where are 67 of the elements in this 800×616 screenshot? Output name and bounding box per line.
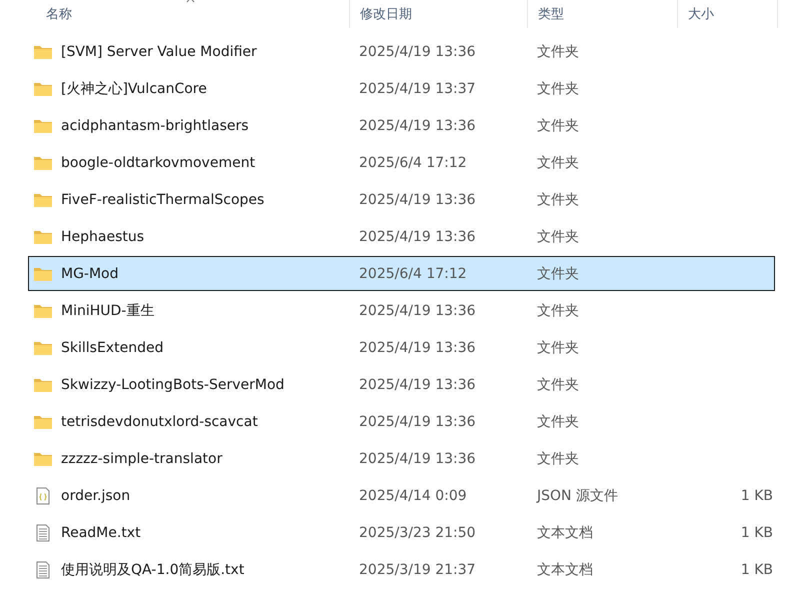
file-name: MiniHUD-重生 bbox=[61, 302, 154, 320]
file-name: zzzzz-simple-translator bbox=[61, 450, 222, 466]
file-name: Hephaestus bbox=[61, 228, 144, 244]
file-row[interactable]: MiniHUD-重生 2025/4/19 13:36 文件夹 bbox=[28, 293, 775, 328]
file-row[interactable]: Hephaestus 2025/4/19 13:36 文件夹 bbox=[28, 219, 775, 254]
column-header[interactable]: 类型 bbox=[528, 0, 678, 28]
file-size: 1 KB bbox=[740, 562, 774, 578]
file-row[interactable]: [SVM] Server Value Modifier 2025/4/19 13:36 文件夹 bbox=[28, 34, 775, 69]
file-row[interactable]: tetrisdevdonutxlord-scavcat 2025/4/19 13:36 文件夹 bbox=[28, 404, 775, 439]
modified-date: 2025/4/19 13:36 bbox=[358, 192, 477, 208]
file-row[interactable]: zzzzz-simple-translator 2025/4/19 13:36 文件夹 bbox=[28, 441, 775, 476]
file-name: 使用说明及QA-1.0简易版.txt bbox=[61, 560, 244, 578]
file-row[interactable]: boogle-oldtarkovmovement 2025/6/4 17:12 文件夹 bbox=[28, 145, 775, 180]
modified-date: 2025/4/19 13:36 bbox=[358, 450, 477, 466]
modified-date: 2025/6/4 17:12 bbox=[358, 154, 468, 170]
modified-date: 2025/3/23 21:50 bbox=[358, 524, 477, 540]
file-row[interactable]: SkillsExtended 2025/4/19 13:36 文件夹 bbox=[28, 330, 775, 365]
file-type: 文本文档 bbox=[536, 560, 594, 578]
modified-date: 2025/4/19 13:36 bbox=[358, 340, 477, 356]
file-name: MG-Mod bbox=[61, 266, 119, 282]
file-name: order.json bbox=[61, 488, 130, 504]
file-type: 文件夹 bbox=[536, 302, 580, 320]
file-type: 文件夹 bbox=[536, 412, 580, 430]
column-header[interactable]: 名称 bbox=[0, 0, 350, 28]
file-name: ReadMe.txt bbox=[61, 524, 141, 540]
file-type: 文件夹 bbox=[536, 116, 580, 134]
file-type: JSON 源文件 bbox=[535, 486, 619, 504]
file-type: 文件夹 bbox=[536, 80, 580, 98]
file-size: 1 KB bbox=[740, 524, 774, 540]
modified-date: 2025/4/19 13:37 bbox=[358, 80, 477, 96]
modified-date: 2025/4/19 13:36 bbox=[358, 118, 477, 134]
file-row[interactable]: acidphantasm-brightlasers 2025/4/19 13:36 文件夹 bbox=[28, 108, 775, 143]
file-name: Skwizzy-LootingBots-ServerMod bbox=[61, 376, 284, 392]
modified-date: 2025/4/19 13:36 bbox=[358, 376, 477, 392]
file-size: 1 KB bbox=[740, 488, 774, 504]
file-row[interactable]: MG-Mod 2025/6/4 17:12 文件夹 bbox=[28, 256, 775, 291]
file-name: acidphantasm-brightlasers bbox=[61, 118, 249, 134]
file-type: 文本文档 bbox=[536, 524, 594, 542]
file-type: 文件夹 bbox=[536, 338, 580, 356]
file-name: [SVM] Server Value Modifier bbox=[61, 44, 257, 60]
file-type: 文件夹 bbox=[536, 228, 580, 246]
file-row[interactable]: Skwizzy-LootingBots-ServerMod 2025/4/19 13:36 文件夹 bbox=[28, 367, 775, 402]
file-name: SkillsExtended bbox=[61, 340, 164, 356]
file-type: 文件夹 bbox=[536, 42, 580, 60]
column-header[interactable]: 修改日期 bbox=[350, 0, 528, 28]
modified-date: 2025/3/19 21:37 bbox=[358, 562, 477, 578]
file-row[interactable]: FiveF-realisticThermalScopes 2025/4/19 13:36 文件夹 bbox=[28, 182, 775, 217]
file-name: tetrisdevdonutxlord-scavcat bbox=[61, 414, 258, 430]
file-type: 文件夹 bbox=[536, 154, 580, 172]
file-name: [火神之心]VulcanCore bbox=[61, 80, 207, 98]
modified-date: 2025/6/4 17:12 bbox=[358, 266, 468, 282]
file-row[interactable]: [火神之心]VulcanCore 2025/4/19 13:37 文件夹 bbox=[28, 71, 775, 106]
file-name: boogle-oldtarkovmovement bbox=[61, 154, 256, 170]
file-type: 文件夹 bbox=[536, 450, 580, 468]
modified-date: 2025/4/14 0:09 bbox=[358, 488, 468, 504]
file-name: FiveF-realisticThermalScopes bbox=[61, 192, 264, 208]
file-type: 文件夹 bbox=[536, 190, 580, 208]
modified-date: 2025/4/19 13:36 bbox=[358, 228, 477, 244]
modified-date: 2025/4/19 13:36 bbox=[358, 44, 477, 60]
file-type: 文件夹 bbox=[536, 264, 580, 282]
file-row[interactable]: order.json 2025/4/14 0:09 JSON 源文件 1 KB bbox=[28, 478, 775, 513]
column-header[interactable]: 大小 bbox=[678, 0, 778, 28]
modified-date: 2025/4/19 13:36 bbox=[358, 414, 477, 430]
modified-date: 2025/4/19 13:36 bbox=[358, 302, 477, 318]
file-type: 文件夹 bbox=[536, 376, 580, 394]
file-row[interactable]: ReadMe.txt 2025/3/23 21:50 文本文档 1 KB bbox=[28, 515, 775, 550]
file-row[interactable]: 使用说明及QA-1.0简易版.txt 2025/3/19 21:37 文本文档 1 KB bbox=[28, 552, 775, 587]
